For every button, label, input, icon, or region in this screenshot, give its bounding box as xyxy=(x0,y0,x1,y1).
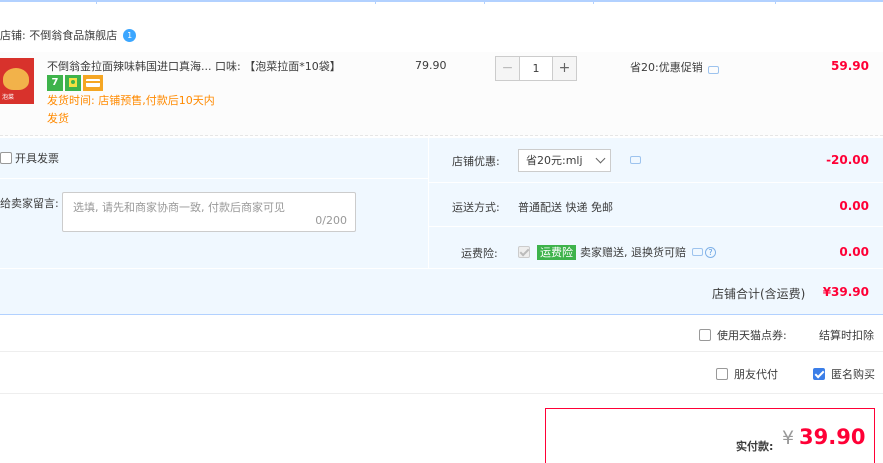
tmall-points-option[interactable]: 使用天猫点券: xyxy=(699,327,787,343)
insurance-checkbox xyxy=(518,246,530,258)
invoice-checkbox[interactable] xyxy=(0,152,12,164)
help-icon[interactable]: ? xyxy=(705,246,716,258)
comment-icon[interactable] xyxy=(707,66,719,74)
column-tick xyxy=(484,0,485,4)
seven-day-return-icon[interactable]: 7 xyxy=(47,75,63,91)
shipping-insurance: 运费险 卖家赠送, 退换货可赔 ? xyxy=(518,244,716,260)
coupon-label: 店铺优惠: xyxy=(452,155,500,168)
service-icons: 7 xyxy=(47,75,103,91)
comment-icon[interactable] xyxy=(692,248,703,256)
unit-price: 79.90 xyxy=(415,59,447,72)
pay-amount: 39.90 xyxy=(799,425,866,449)
decrease-quantity-button[interactable]: − xyxy=(495,56,520,81)
column-tick xyxy=(775,0,776,4)
delivery-time-note: 发货时间: 店铺预售,付款后10天内发货 xyxy=(47,94,215,125)
tmall-points-row: 使用天猫点券: 结算时扣除 xyxy=(0,315,883,352)
shop-name[interactable]: 店铺: 不倒翁食品旗舰店 xyxy=(0,27,117,43)
noodle-image xyxy=(3,68,29,90)
quantity-input[interactable]: 1 xyxy=(520,56,552,81)
tmall-points-label: 使用天猫点券: xyxy=(717,329,787,342)
product-sku: 口味: 【泡菜拉面*10袋】 xyxy=(215,60,341,73)
tmall-points-checkbox[interactable] xyxy=(699,329,711,341)
row-divider xyxy=(429,226,883,227)
shop-header: 店铺: 不倒翁食品旗舰店 1 xyxy=(0,26,137,44)
row-divider xyxy=(429,182,883,183)
coupon-value: 省20元:mlj xyxy=(526,154,583,167)
order-options: 开具发票 给卖家留言: 选填, 请先和商家协商一致, 付款后商家可见 0/200… xyxy=(0,138,883,315)
payment-options-row: 朋友代付 匿名购买 xyxy=(0,352,883,394)
row-divider xyxy=(0,268,883,269)
shop-total-label: 店铺合计(含运费) xyxy=(712,287,806,301)
item-subtotal: 59.90 xyxy=(831,59,869,73)
message-char-count: 0/200 xyxy=(315,214,347,227)
chevron-down-icon xyxy=(595,153,606,164)
thumbnail-label: 泡菜 xyxy=(2,94,15,101)
column-tick xyxy=(96,0,97,4)
cart-item: 泡菜 不倒翁金拉面辣味韩国进口真海... 口味: 【泡菜拉面*10袋】 7 发货… xyxy=(0,52,883,136)
friend-pay-checkbox[interactable] xyxy=(716,368,728,380)
anonymous-checkbox[interactable] xyxy=(813,368,825,380)
top-divider xyxy=(0,0,883,2)
invoice-option[interactable]: 开具发票 xyxy=(0,150,59,166)
column-tick xyxy=(375,0,376,4)
comment-icon[interactable] xyxy=(630,156,641,164)
shipping-label: 运送方式: xyxy=(452,201,500,214)
insurance-amount: 0.00 xyxy=(839,245,869,259)
friend-pay-label: 朋友代付 xyxy=(734,368,778,381)
pay-label: 实付款: xyxy=(736,440,774,453)
currency-symbol: ¥ xyxy=(782,427,795,449)
increase-quantity-button[interactable]: + xyxy=(552,56,577,81)
payment-summary: 实付款: ¥ 39.90 xyxy=(545,408,875,463)
checkout-page: 店铺: 不倒翁食品旗舰店 1 泡菜 不倒翁金拉面辣味韩国进口真海... 口味: … xyxy=(0,0,883,463)
guarantee-icon[interactable] xyxy=(65,75,81,91)
row-divider xyxy=(0,178,428,179)
seller-message-textarea[interactable]: 选填, 请先和商家协商一致, 付款后商家可见 0/200 xyxy=(62,192,356,232)
column-divider xyxy=(428,138,429,268)
insurance-label: 运费险: xyxy=(461,247,498,260)
shipping-method: 普通配送 快递 免邮 xyxy=(518,201,613,214)
message-placeholder: 选填, 请先和商家协商一致, 付款后商家可见 xyxy=(73,201,285,214)
insurance-description: 卖家赠送, 退换货可赔 xyxy=(580,246,686,259)
invoice-label: 开具发票 xyxy=(15,152,59,165)
card-icon[interactable] xyxy=(83,75,103,91)
wangwang-icon[interactable]: 1 xyxy=(123,28,137,42)
quantity-stepper: − 1 + xyxy=(495,56,577,81)
product-title[interactable]: 不倒翁金拉面辣味韩国进口真海... xyxy=(47,58,212,74)
column-tick xyxy=(593,0,594,4)
coupon-select[interactable]: 省20元:mlj xyxy=(518,149,611,172)
anonymous-label: 匿名购买 xyxy=(831,368,875,381)
shipping-amount: 0.00 xyxy=(839,199,869,213)
promotion-info: 省20:优惠促销 xyxy=(630,59,719,75)
promotion-text: 省20:优惠促销 xyxy=(630,61,703,74)
tmall-points-note: 结算时扣除 xyxy=(819,329,874,342)
product-thumbnail[interactable]: 泡菜 xyxy=(0,58,34,104)
anonymous-option[interactable]: 匿名购买 xyxy=(813,366,875,382)
friend-pay-option[interactable]: 朋友代付 xyxy=(716,366,778,382)
insurance-tag: 运费险 xyxy=(537,244,576,260)
coupon-amount: -20.00 xyxy=(826,153,869,167)
message-label: 给卖家留言: xyxy=(0,197,59,210)
shop-total-amount: ¥39.90 xyxy=(822,285,869,299)
